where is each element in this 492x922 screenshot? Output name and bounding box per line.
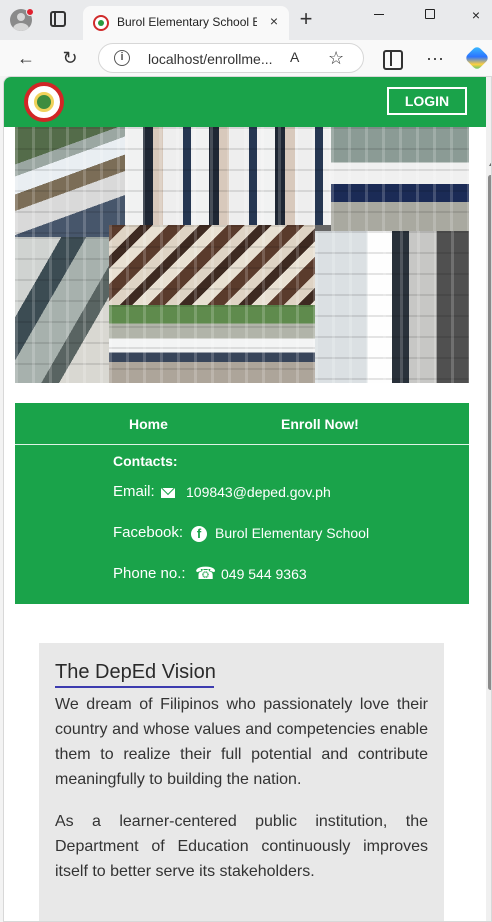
read-aloud-icon[interactable]: A [290, 49, 310, 65]
reload-icon[interactable]: ↻ [57, 45, 83, 71]
address-bar[interactable]: i localhost/enrollme... A ☆ [98, 43, 364, 73]
vision-paragraph-2: As a learner-centered public institution… [55, 813, 428, 880]
close-tab-button[interactable]: × [265, 12, 283, 30]
browser-tab[interactable]: Burol Elementary School E × [83, 6, 289, 40]
facebook-label: Facebook: [113, 524, 184, 541]
vision-paragraph-1: We dream of Filipinos who passionately l… [55, 696, 428, 788]
vision-title: The DepEd Vision [55, 661, 216, 683]
tab-title: Burol Elementary School E [117, 15, 257, 29]
students-lineup-photo [125, 127, 331, 225]
maximize-window-button[interactable] [418, 6, 442, 24]
split-screen-icon[interactable] [378, 45, 404, 71]
phone-value: 049 544 9363 [221, 566, 307, 582]
phone-icon: ☎ [195, 564, 217, 583]
tab-actions-icon[interactable] [50, 11, 66, 27]
school-info-band: Home Enroll Now! Contacts: Email: 109843… [15, 403, 469, 604]
mail-icon [161, 488, 175, 498]
site-navigation: Home Enroll Now! [15, 403, 469, 445]
phone-label: Phone no.: [113, 565, 186, 582]
deped-vision-card: The DepEd Vision We dream of Filipinos w… [39, 643, 444, 921]
browser-toolbar: ← ↻ i localhost/enrollme... A ☆ ··· [0, 40, 492, 76]
facebook-value[interactable]: Burol Elementary School [215, 525, 369, 541]
favorite-icon[interactable]: ☆ [328, 48, 348, 69]
vision-title-underline [55, 686, 214, 688]
site-header: LOGIN [4, 77, 486, 127]
school-logo [24, 82, 64, 122]
classroom-photo [109, 225, 315, 305]
notification-dot [26, 8, 34, 16]
browser-titlebar: Burol Elementary School E × + × [0, 0, 492, 40]
close-window-button[interactable]: × [464, 6, 488, 24]
home-link[interactable]: Home [129, 416, 168, 432]
copilot-icon[interactable] [464, 45, 490, 71]
school-photo-collage [15, 127, 469, 383]
students-assembly-photo [331, 127, 469, 231]
back-icon[interactable]: ← [13, 45, 39, 71]
login-button[interactable]: LOGIN [387, 87, 467, 115]
students-courtyard-photo [109, 305, 315, 383]
url-text: localhost/enrollme... [148, 51, 273, 67]
scrollbar-thumb[interactable] [488, 175, 491, 690]
info-icon[interactable]: i [114, 50, 130, 66]
students-outdoors-photo [15, 127, 125, 237]
new-tab-button[interactable]: + [294, 8, 318, 32]
more-icon[interactable]: ··· [422, 45, 448, 71]
seal-icon [34, 92, 54, 112]
handwashing-photo [15, 237, 109, 383]
email-label: Email: [113, 483, 155, 500]
teacher-classroom-photo [315, 231, 469, 383]
contacts-heading: Contacts: [113, 453, 178, 469]
facebook-icon: f [191, 526, 207, 542]
minimize-window-button[interactable] [368, 6, 392, 24]
email-value: 109843@deped.gov.ph [186, 484, 331, 500]
school-favicon-icon [93, 15, 109, 31]
web-page: LOGIN Home Enroll Now! Contacts: Email: … [3, 76, 492, 922]
enroll-now-link[interactable]: Enroll Now! [281, 416, 359, 432]
